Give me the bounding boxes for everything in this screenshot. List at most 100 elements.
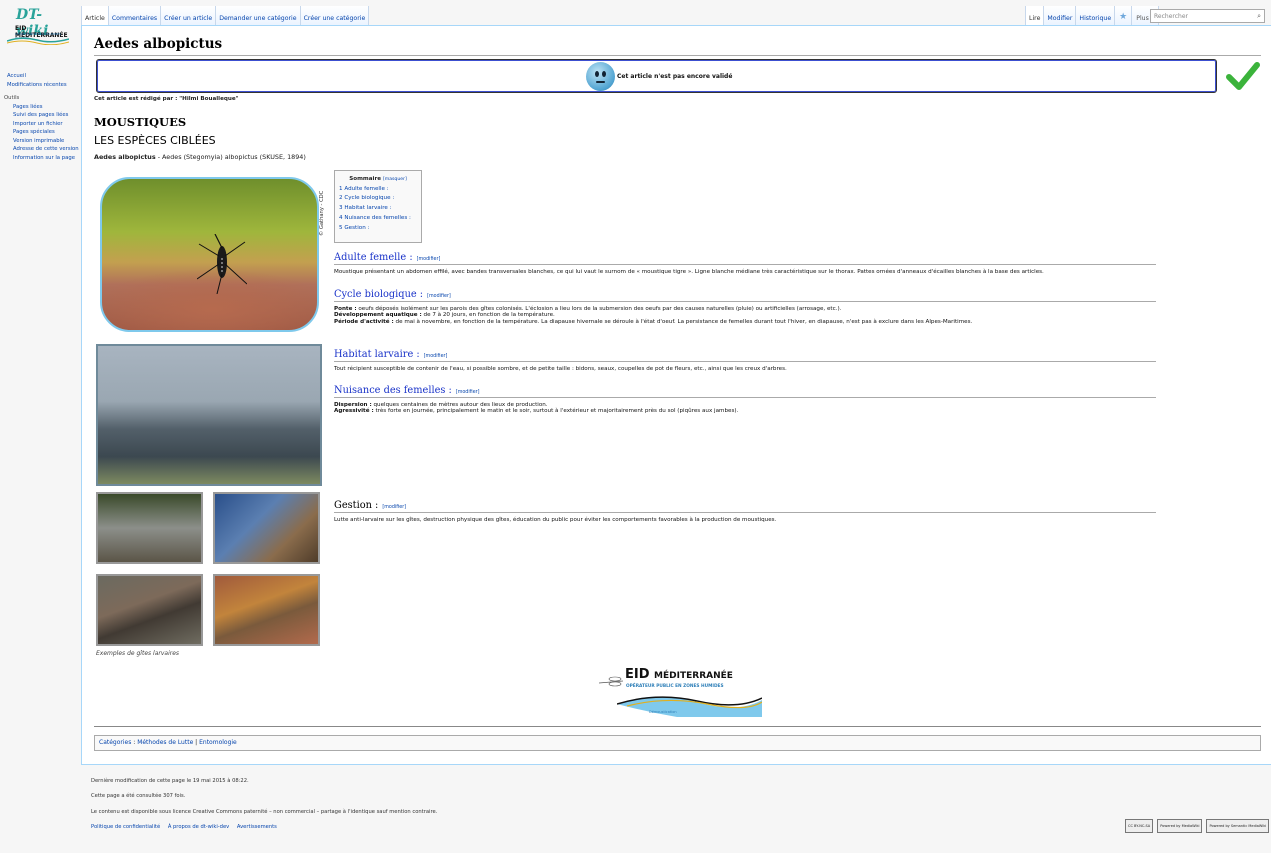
view-tabs: Lire Modifier Historique ★ Plus ▾ [1025, 6, 1159, 26]
edit-section-link[interactable]: [modifier] [382, 505, 406, 510]
species-line: Aedes albopictus - Aedes (Stegomyia) alb… [94, 153, 306, 161]
cc-license-icon[interactable]: CC BY-NC-SA [1125, 819, 1154, 833]
sidebar-item-linked-pages[interactable]: Pages liées [13, 103, 80, 112]
mosquito-icon [197, 234, 247, 294]
mediawiki-icon[interactable]: Powered by MediaWiki [1157, 819, 1203, 833]
more-label: Plus [1136, 15, 1149, 22]
edit-section-link[interactable]: [modifier] [424, 354, 448, 359]
sidebar-tools-heading: Outils [4, 95, 20, 101]
wave-icon [617, 696, 762, 717]
tab-request-category[interactable]: Demander une catégorie [215, 6, 300, 26]
gite-photo-4[interactable] [213, 574, 320, 646]
sidebar: Accueil Modifications récentes Outils Pa… [0, 72, 80, 162]
species-name: Aedes albopictus [94, 153, 156, 161]
eid-logo-main2: MÉDITERRANÉE [654, 671, 733, 681]
edit-section-link[interactable]: [modifier] [427, 294, 451, 299]
footer-link-about[interactable]: À propos de dt-wiki-dev [168, 824, 229, 830]
section-heading: Adulte femelle : [modifier] [334, 252, 1156, 265]
namespace-tabs: Article Commentaires Créer un article De… [81, 6, 370, 26]
toc-title-row: Sommaire [masquer] [339, 175, 417, 185]
section-title: Habitat larvaire : [334, 349, 420, 360]
section-nuisance: Nuisance des femelles : [modifier] Disper… [334, 385, 1156, 415]
toc-toggle[interactable]: [masquer] [383, 177, 407, 182]
label-agressivite: Agressivité : [334, 408, 374, 415]
author-line: Cet article est rédigé par : "Hilmi Boua… [94, 96, 239, 102]
section-text: Tout récipient susceptible de contenir d… [334, 366, 787, 372]
category-link[interactable]: Méthodes de Lutte [137, 739, 193, 746]
section-title: Nuisance des femelles : [334, 385, 452, 396]
species-taxonomy: - Aedes (Stegomyia) albopictus (SKUSE, 1… [155, 153, 306, 161]
watch-star-icon[interactable]: ★ [1114, 6, 1132, 26]
tab-create-category[interactable]: Créer une catégorie [299, 6, 370, 26]
edit-section-link[interactable]: [modifier] [456, 390, 480, 395]
validation-text: Cet article n'est pas encore validé [617, 73, 733, 80]
label-developpement: Développement aquatique : [334, 312, 422, 319]
sidebar-item-special-pages[interactable]: Pages spéciales [13, 128, 80, 137]
eid-logo-title: EID MÉDITERRANÉE [625, 667, 733, 682]
sidebar-item-recent-changes[interactable]: Modifications récentes [7, 81, 80, 90]
section-text: Lutte anti-larvaire sur les gîtes, destr… [334, 517, 777, 523]
validation-banner: Cet article n'est pas encore validé [96, 59, 1217, 93]
section-title: Cycle biologique : [334, 289, 424, 300]
sidebar-item-page-info[interactable]: Information sur la page [13, 154, 80, 163]
section-adulte-femelle: Adulte femelle : [modifier] Moustique pré… [334, 252, 1156, 275]
habitat-photo[interactable] [96, 344, 322, 486]
footer-link-disclaimers[interactable]: Avertissements [237, 824, 277, 830]
section-habitat-larvaire: Habitat larvaire : [modifier] Tout récipi… [334, 349, 1156, 372]
tab-create-article[interactable]: Créer un article [160, 6, 216, 26]
thinking-face-icon [586, 62, 615, 91]
section-heading: Cycle biologique : [modifier] [334, 289, 1156, 302]
page-title: Aedes albopictus [94, 36, 223, 52]
toc-item[interactable]: 2 Cycle biologique : [339, 194, 417, 204]
photo-credit: © Gathany - CDC [319, 190, 325, 236]
section-heading: Nuisance des femelles : [modifier] [334, 385, 1156, 398]
categories-label[interactable]: Catégories [99, 739, 131, 746]
tab-history[interactable]: Historique [1075, 6, 1115, 26]
sidebar-item-accueil[interactable]: Accueil [7, 72, 80, 81]
section-text: Ponte : oeufs déposés isolément sur les … [334, 306, 1156, 325]
heading-especes: LES ESPÈCES CIBLÉES [94, 134, 216, 147]
edit-section-link[interactable]: [modifier] [417, 257, 441, 262]
sidebar-item-permalink[interactable]: Adresse de cette version [13, 145, 80, 154]
tab-read[interactable]: Lire [1025, 6, 1044, 26]
section-title: Adulte femelle : [334, 252, 413, 263]
tab-comments[interactable]: Commentaires [107, 6, 161, 26]
text-agressivite: très forte en journée, principalement le… [373, 408, 739, 415]
section-cycle-biologique: Cycle biologique : [modifier] Ponte : oeu… [334, 289, 1156, 325]
mosquito-photo[interactable] [100, 177, 319, 332]
sidebar-tools: Pages liées Suivi des pages liées Import… [0, 103, 80, 163]
toc-item[interactable]: 4 Nuisance des femelles : [339, 214, 417, 224]
dragonfly-icon [598, 676, 624, 687]
gite-photo-2[interactable] [213, 492, 320, 564]
search-placeholder: Rechercher [1154, 13, 1188, 20]
gites-caption: Exemples de gîtes larvaires [96, 650, 180, 657]
sidebar-item-upload[interactable]: Importer un fichier [13, 120, 80, 129]
tab-edit[interactable]: Modifier [1043, 6, 1076, 26]
footer-link-privacy[interactable]: Politique de confidentialité [91, 824, 160, 830]
sidebar-item-printable[interactable]: Version imprimable [13, 137, 80, 146]
title-divider [94, 55, 1261, 56]
section-text: Dispersion : quelques centaines de mètre… [334, 402, 1156, 415]
eid-logo-tag: Démoustication [649, 710, 677, 714]
toc-item[interactable]: 3 Habitat larvaire : [339, 204, 417, 214]
eid-logo: EID MÉDITERRANÉE OPÉRATEUR PUBLIC EN ZON… [597, 667, 762, 717]
gite-photo-3[interactable] [96, 574, 203, 646]
footer-views: Cette page a été consultée 307 fois. [91, 793, 186, 800]
gite-photo-1[interactable] [96, 492, 203, 564]
eid-logo-sub: OPÉRATEUR PUBLIC EN ZONES HUMIDES [626, 684, 724, 689]
label-periode: Période d'activité : [334, 318, 394, 325]
table-of-contents: Sommaire [masquer] 1 Adulte femelle : 2 … [334, 170, 422, 243]
site-logo[interactable]: DT-wiki EID MÉDITERRANÉE OPÉRATEUR PUBLI… [3, 7, 71, 45]
sidebar-item-related-changes[interactable]: Suivi des pages liées [13, 111, 80, 120]
semantic-mediawiki-icon[interactable]: Powered by Semantic MediaWiki [1206, 819, 1270, 833]
search-input[interactable]: Rechercher ⌕ [1150, 9, 1265, 23]
section-gestion: Gestion : [modifier] Lutte anti-larvaire … [334, 500, 1156, 523]
category-links: Catégories : Méthodes de Lutte | Entomol… [94, 735, 1261, 751]
search-icon[interactable]: ⌕ [1257, 12, 1261, 21]
toc-item[interactable]: 1 Adulte femelle : [339, 185, 417, 195]
tab-article[interactable]: Article [81, 6, 108, 26]
category-link[interactable]: Entomologie [199, 739, 237, 746]
section-text: Moustique présentant un abdomen effilé, … [334, 269, 1044, 275]
eid-logo-main: EID [625, 667, 650, 682]
toc-item[interactable]: 5 Gestion : [339, 224, 417, 234]
